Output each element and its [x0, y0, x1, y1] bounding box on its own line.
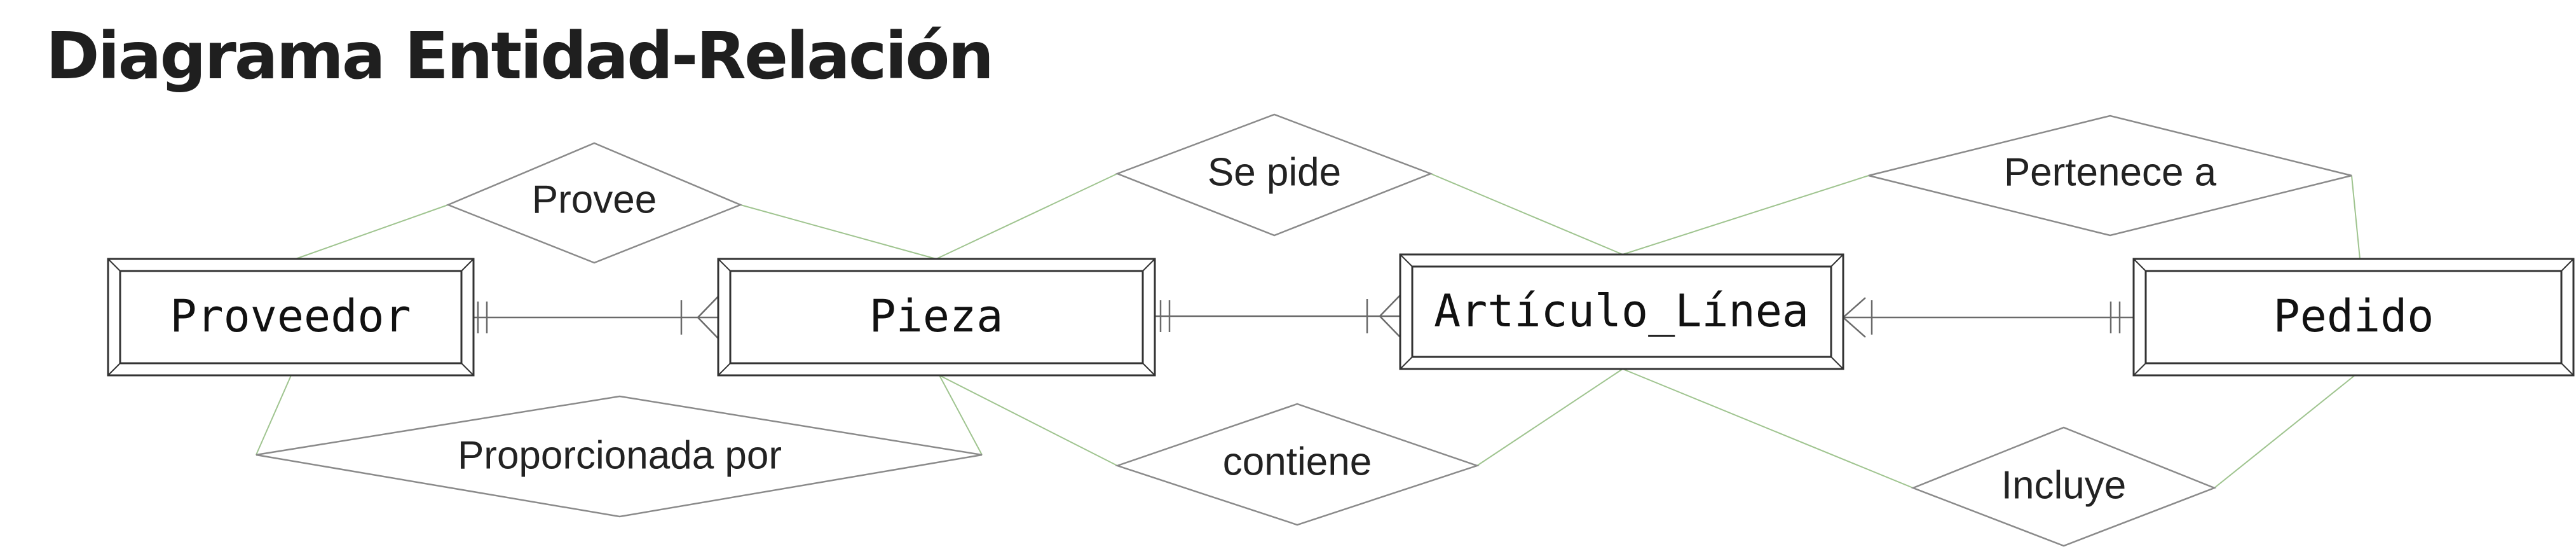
entity-articulo-linea: Artículo_Línea [1399, 253, 1844, 370]
entity-label-articulo-linea: Artículo_Línea [1434, 285, 1809, 337]
relationship-label-pertenece-a: Pertenece a [2004, 150, 2217, 194]
relationship-label-contiene: contiene [1223, 440, 1372, 483]
entity-label-proveedor: Proveedor [170, 290, 411, 342]
er-diagram: Provee Proporcionada por Se pide contien… [107, 113, 2575, 547]
entity-pedido: Pedido [2132, 258, 2575, 377]
entity-label-pieza: Pieza [869, 290, 1004, 342]
relationship-label-proporcionada-por: Proporcionada por [458, 433, 782, 477]
relationship-label-provee: Provee [532, 177, 657, 221]
relationship-label-se-pide: Se pide [1208, 150, 1341, 194]
entity-pieza: Pieza [717, 258, 1156, 377]
entity-label-pedido: Pedido [2273, 290, 2434, 342]
entity-proveedor: Proveedor [107, 258, 475, 377]
relationship-label-incluye: Incluye [2001, 463, 2126, 507]
